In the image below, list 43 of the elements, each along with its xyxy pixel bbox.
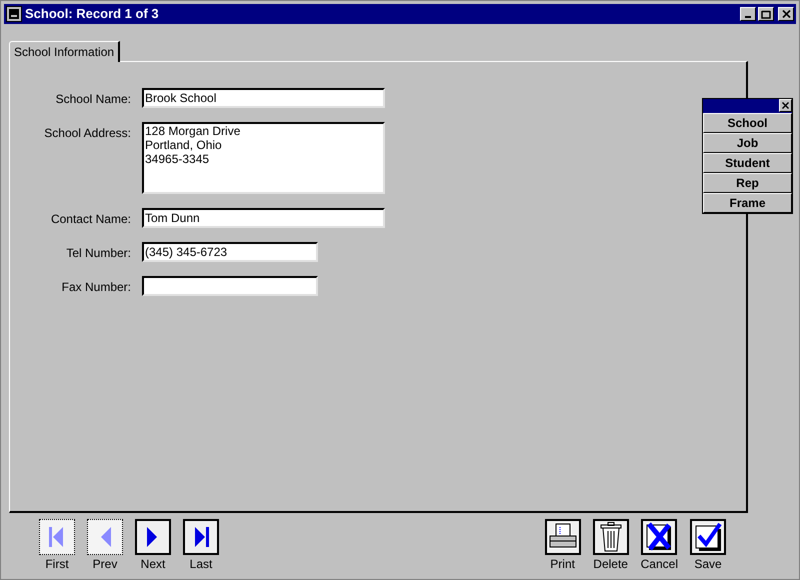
checkmark-icon	[694, 522, 722, 552]
maximize-icon	[761, 10, 771, 18]
palette-item[interactable]: Job	[703, 133, 792, 153]
trash-can-icon	[598, 522, 623, 552]
action-button[interactable]	[592, 519, 629, 555]
button-caption: Save	[694, 557, 722, 571]
action-button[interactable]	[690, 519, 726, 555]
text-field[interactable]: Tom Dunn	[142, 208, 385, 228]
action-button[interactable]	[544, 519, 581, 555]
palette-item[interactable]: Frame	[703, 193, 792, 213]
field-label: Contact Name:	[50, 211, 131, 228]
button-caption: Cancel	[640, 557, 678, 571]
field-label: School Address:	[43, 125, 131, 142]
button-caption: First	[45, 557, 69, 571]
field-label: School Name:	[54, 91, 131, 108]
address-field[interactable]: 128 Morgan Drive Portland, Ohio 34965-3345	[142, 122, 385, 194]
close-icon	[782, 102, 789, 109]
button-caption: Prev	[92, 557, 118, 571]
text-field[interactable]: Brook School	[142, 88, 385, 108]
button-caption: Print	[550, 557, 575, 571]
button-caption: Last	[190, 557, 212, 571]
text-field[interactable]: (345) 345-6723	[142, 242, 318, 262]
app-icon	[6, 6, 22, 22]
nav-button[interactable]	[135, 519, 171, 555]
field-label: Tel Number:	[65, 245, 131, 262]
tab[interactable]: School Information	[9, 41, 120, 62]
minimize-button[interactable]	[740, 7, 756, 21]
maximize-button[interactable]	[758, 7, 774, 21]
text-field[interactable]	[142, 276, 318, 296]
palette-item[interactable]: Student	[703, 153, 792, 173]
palette-item[interactable]: School	[703, 113, 792, 133]
button-caption: Next	[140, 557, 166, 571]
cancel-icon	[645, 522, 674, 552]
window-title: School: Record 1 of 3	[25, 5, 160, 24]
close-button[interactable]	[778, 7, 794, 21]
close-icon	[782, 10, 790, 18]
nav-button[interactable]	[183, 519, 219, 555]
button-caption: Delete	[593, 557, 628, 571]
minimize-icon	[745, 16, 751, 18]
palette-item[interactable]: Rep	[703, 173, 792, 193]
action-button[interactable]	[641, 519, 678, 555]
field-label: Fax Number:	[60, 279, 131, 296]
close-button[interactable]	[779, 99, 792, 112]
